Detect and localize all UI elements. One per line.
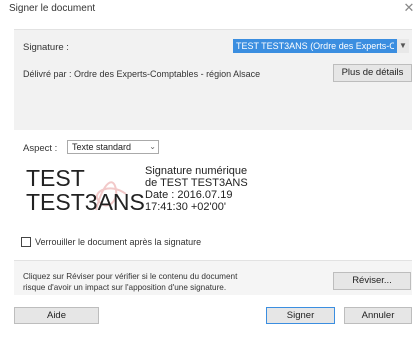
preview-text-line3: Date : 2016.07.19 xyxy=(145,189,233,201)
preview-name-line2: TEST3ANS xyxy=(26,189,145,215)
preview-text-line2: de TEST TEST3ANS xyxy=(145,177,248,189)
lock-document-checkbox[interactable] xyxy=(21,237,31,247)
signature-select[interactable]: TEST TEST3ANS (Ordre des Experts-Comptab… xyxy=(233,39,409,53)
review-text-line2: risque d'avoir un impact sur l'appositio… xyxy=(23,283,227,292)
preview-name-line1: TEST xyxy=(26,165,85,191)
close-icon[interactable]: ✕ xyxy=(402,1,416,15)
aspect-select-value: Texte standard xyxy=(72,142,132,152)
review-text-line1: Cliquez sur Réviser pour vérifier si le … xyxy=(23,272,238,281)
preview-text-line1: Signature numérique xyxy=(145,165,248,177)
dialog-title: Signer le document xyxy=(9,3,96,14)
signature-label: Signature : xyxy=(23,42,69,53)
aspect-select[interactable]: Texte standard ⌄ xyxy=(67,140,159,154)
chevron-down-icon: ▼ xyxy=(397,39,409,53)
more-details-button[interactable]: Plus de détails xyxy=(333,64,412,82)
sign-button[interactable]: Signer xyxy=(266,307,335,324)
review-button[interactable]: Réviser... xyxy=(333,272,411,290)
signature-preview: TEST TEST3ANS Signature numérique de TES… xyxy=(20,164,263,215)
aspect-label: Aspect : xyxy=(23,143,58,154)
lock-document-label[interactable]: Verrouiller le document après la signatu… xyxy=(35,237,201,247)
help-button[interactable]: Aide xyxy=(14,307,99,324)
preview-text-line4: 17:41:30 +02'00' xyxy=(145,201,226,213)
signature-select-value: TEST TEST3ANS (Ordre des Experts-Comptab… xyxy=(236,41,394,51)
cancel-button[interactable]: Annuler xyxy=(344,307,412,324)
chevron-down-icon: ⌄ xyxy=(149,142,156,151)
issuer-text: Délivré par : Ordre des Experts-Comptabl… xyxy=(23,69,261,79)
